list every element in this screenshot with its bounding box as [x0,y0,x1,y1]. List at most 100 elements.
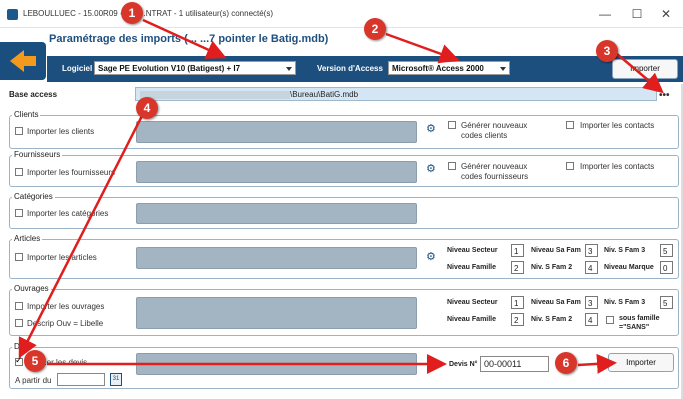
toolbar: Logiciel Sage PE Evolution V10 (Batigest… [47,56,683,82]
ouv-niv-sa-fam-label: Niveau Sa Fam [531,299,581,306]
import-devis-label: ...er les devis [40,358,88,367]
maximize-button[interactable]: ☐ [622,4,652,24]
descrip-ouv-label: Descrip Ouv = Libelle [27,319,104,328]
chevron-down-icon [500,67,506,71]
import-fournisseurs-checkbox[interactable] [15,168,23,176]
logiciel-label: Logiciel [62,64,93,73]
import-articles-checkbox[interactable] [15,253,23,261]
generate-codes-fournisseurs-label-1: Générer nouveaux [461,162,528,171]
window-titlebar: LEBOULLUEC - 15.00R09 - S... ...NTRAT - … [0,0,683,28]
logiciel-select[interactable]: Sage PE Evolution V10 (Batigest) + I7 [94,61,296,75]
close-button[interactable]: ✕ [651,4,681,24]
back-button[interactable] [0,42,46,80]
step-marker-2: 2 [364,18,386,40]
browse-button[interactable]: ••• [659,90,670,101]
ouvrages-mapping-box[interactable] [136,297,417,329]
generate-codes-clients-label-2: codes clients [461,131,508,140]
app-icon [7,9,18,20]
categories-title: Catégories [12,192,55,201]
art-niv-s-fam2-label: Niv. S Fam 2 [531,264,573,271]
ouv-niv-sa-fam-input[interactable]: 3 [585,296,598,309]
categories-mapping-box[interactable] [136,203,417,224]
import-contacts-clients-label: Importer les contacts [580,121,655,130]
step-marker-5: 5 [24,350,46,372]
devis-no-label: Devis N° [449,361,478,368]
redacted-path [140,90,290,99]
gear-icon[interactable]: ⚙ [426,252,436,263]
base-access-path: \Bureau\BatiG.mdb [290,90,359,99]
ouv-niveau-secteur-label: Niveau Secteur [447,299,498,306]
fournisseurs-mapping-box[interactable] [136,161,417,183]
step-marker-4: 4 [136,97,158,119]
base-access-label: Base access [9,90,58,99]
page-title: Paramétrage des imports (... ...7 pointe… [49,33,329,45]
base-access-field[interactable]: \Bureau\BatiG.mdb [135,87,657,101]
import-contacts-fournisseurs-checkbox[interactable] [566,162,574,170]
art-niv-s-fam3-input[interactable]: 5 [660,244,673,257]
import-fournisseurs-label: Importer les fournisseurs [27,168,116,177]
ouv-niv-s-fam3-input[interactable]: 5 [660,296,673,309]
a-partir-date-input[interactable] [57,373,105,386]
clients-mapping-box[interactable] [136,121,417,143]
gear-icon[interactable]: ⚙ [426,164,436,175]
art-niv-s-fam3-label: Niv. S Fam 3 [604,247,646,254]
a-partir-du-label: A partir du [15,376,52,385]
art-niv-sa-fam-label: Niveau Sa Fam [531,247,581,254]
import-articles-label: Importer les articles [27,253,97,262]
import-clients-label: Importer les clients [27,127,95,136]
sous-famille-label-1: sous famille [619,315,660,322]
window-title: LEBOULLUEC - 15.00R09 - S... ...NTRAT - … [23,9,274,18]
devis-no-input[interactable]: 00-00011 [480,356,549,372]
sous-famille-sans-checkbox[interactable] [606,316,614,324]
import-ouvrages-label: Importer les ouvrages [27,302,105,311]
step-marker-6: 6 [555,352,577,374]
ouv-niveau-secteur-input[interactable]: 1 [511,296,524,309]
version-select[interactable]: Microsoft® Access 2000 [388,61,510,75]
importer-top-button[interactable]: Importer [612,59,678,79]
ouv-niveau-famille-input[interactable]: 2 [511,313,524,326]
import-devis-checkbox[interactable] [15,355,23,366]
generate-codes-clients-checkbox[interactable] [448,121,456,129]
art-niveau-famille-label: Niveau Famille [447,264,497,271]
devis-mapping-box[interactable] [136,353,417,375]
art-niveau-secteur-label: Niveau Secteur [447,247,498,254]
art-niveau-secteur-input[interactable]: 1 [511,244,524,257]
articles-title: Articles [12,234,43,243]
clients-title: Clients [12,110,41,119]
import-categories-checkbox[interactable] [15,209,23,217]
art-niveau-marque-input[interactable]: 0 [660,261,673,274]
import-categories-label: Importer les catégories [27,209,109,218]
gear-icon[interactable]: ⚙ [426,124,436,135]
ouv-niveau-famille-label: Niveau Famille [447,316,497,323]
version-label: Version d'Access [317,64,383,73]
import-contacts-fournisseurs-label: Importer les contacts [580,162,655,171]
ouv-niv-s-fam2-label: Niv. S Fam 2 [531,316,573,323]
ouvrages-title: Ouvrages [12,284,51,293]
art-niveau-famille-input[interactable]: 2 [511,261,524,274]
minimize-button[interactable]: — [590,4,620,24]
ouv-niv-s-fam2-input[interactable]: 4 [585,313,598,326]
calendar-icon[interactable]: 31 [110,373,122,386]
articles-mapping-box[interactable] [136,247,417,269]
importer-devis-button[interactable]: Importer [608,353,674,372]
step-marker-1: 1 [121,2,143,24]
generate-codes-fournisseurs-checkbox[interactable] [448,162,456,170]
fournisseurs-title: Fournisseurs [12,150,63,159]
import-contacts-clients-checkbox[interactable] [566,121,574,129]
import-ouvrages-checkbox[interactable] [15,302,23,310]
ouv-niv-s-fam3-label: Niv. S Fam 3 [604,299,646,306]
chevron-down-icon [286,67,292,71]
descrip-ouv-checkbox[interactable] [15,319,23,327]
generate-codes-fournisseurs-label-2: codes fournisseurs [461,172,529,181]
art-niv-sa-fam-input[interactable]: 3 [585,244,598,257]
sous-famille-label-2: ="SANS" [619,324,650,331]
logiciel-value: Sage PE Evolution V10 (Batigest) + I7 [98,64,241,73]
version-value: Microsoft® Access 2000 [392,64,484,73]
import-clients-checkbox[interactable] [15,127,23,135]
back-arrow-tail [22,56,36,66]
devis-title: De... [12,342,33,351]
art-niveau-marque-label: Niveau Marque [604,264,654,271]
art-niv-s-fam2-input[interactable]: 4 [585,261,598,274]
generate-codes-clients-label-1: Générer nouveaux [461,121,528,130]
step-marker-3: 3 [596,40,618,62]
